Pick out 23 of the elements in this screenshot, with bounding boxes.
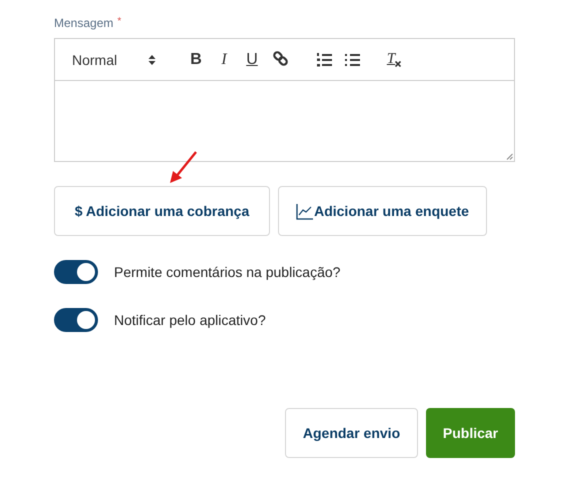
numbered-list-icon: [316, 51, 332, 68]
toggle-label: Notificar pelo aplicativo?: [114, 312, 266, 328]
schedule-button[interactable]: Agendar envio: [285, 408, 418, 458]
italic-button[interactable]: I: [210, 48, 238, 72]
publish-button[interactable]: Publicar: [426, 408, 515, 458]
toggle-switch[interactable]: [54, 260, 98, 284]
bullet-list-icon: [344, 51, 360, 68]
chart-icon: [296, 202, 314, 220]
add-charge-button[interactable]: $ Adicionar uma cobrança: [54, 186, 270, 236]
x-icon: [395, 60, 402, 66]
format-select[interactable]: Normal: [72, 52, 156, 68]
resize-handle-icon: [506, 153, 513, 160]
required-mark: *: [117, 16, 122, 27]
updown-icon: [148, 54, 156, 66]
clear-format-button[interactable]: T: [380, 48, 408, 72]
add-poll-button[interactable]: Adicionar uma enquete: [278, 186, 487, 236]
bold-button[interactable]: B: [182, 48, 210, 72]
underline-button[interactable]: U: [238, 48, 266, 72]
toggle-switch[interactable]: [54, 308, 98, 332]
toggle-label: Permite comentários na publicação?: [114, 264, 340, 280]
arrow-annotation: [170, 151, 197, 183]
field-label: Mensagem: [54, 16, 114, 30]
link-icon: [272, 51, 288, 68]
